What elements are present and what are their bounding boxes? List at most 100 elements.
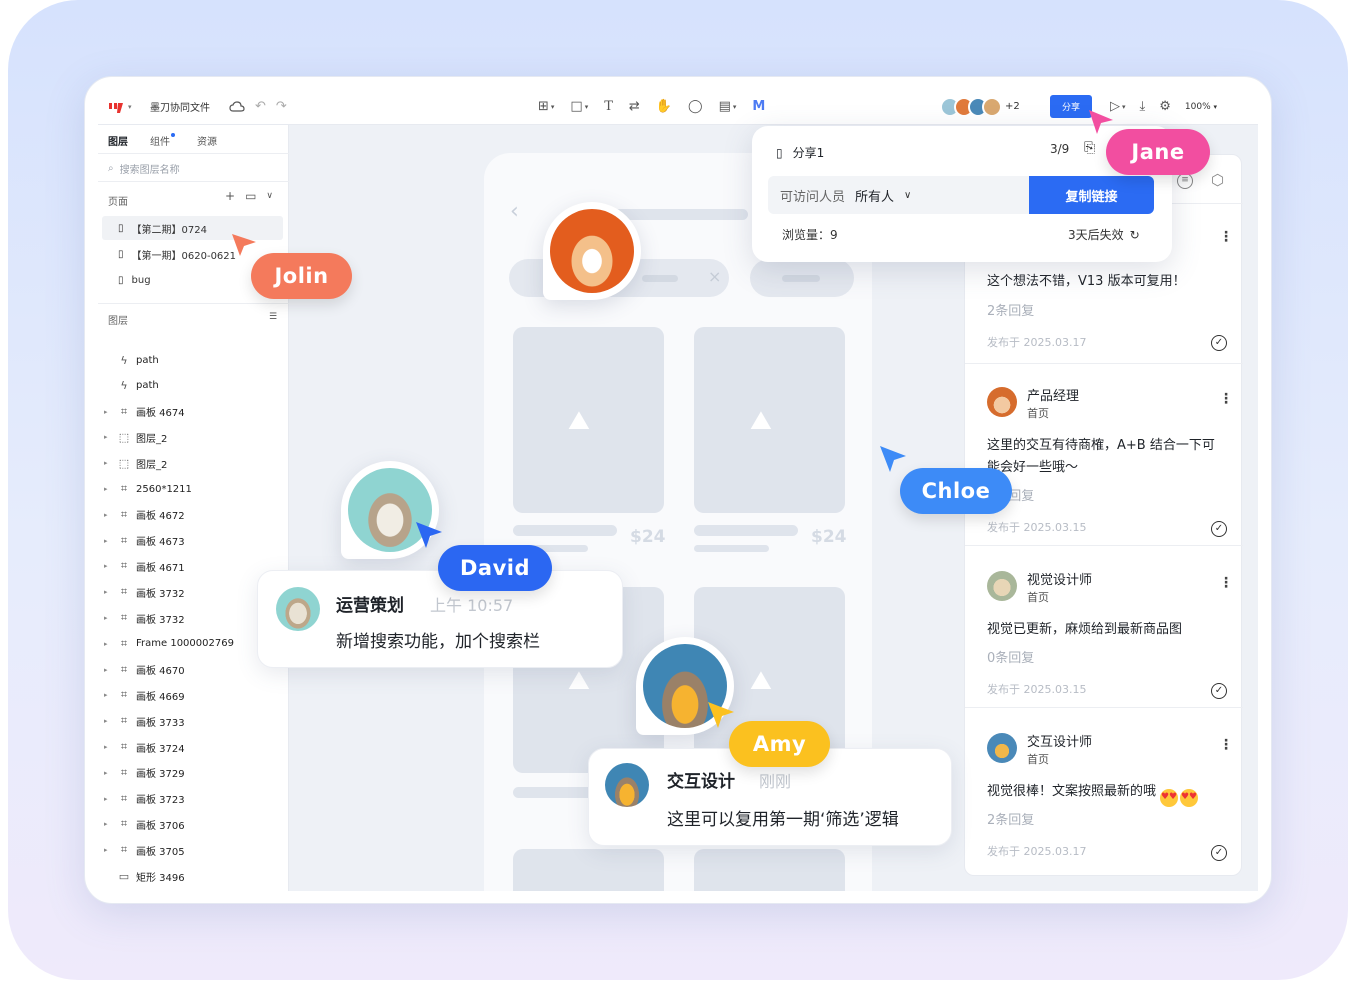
zoom-level[interactable]: 100% ▾ (1185, 102, 1217, 112)
refresh-icon[interactable]: ↻ (1130, 228, 1140, 242)
layer-item[interactable]: ▸ ⌗ 画板 3732 (104, 579, 185, 605)
shape-tool-icon[interactable]: □ ▾ (570, 99, 588, 114)
board-layer-icon: ⌗ (120, 662, 128, 676)
layer-item[interactable]: ▭ 矩形 3496 (104, 863, 185, 889)
layer-expand-icon[interactable]: ▸ (104, 562, 112, 570)
layer-expand-icon[interactable]: ▸ (104, 717, 112, 725)
layer-expand-icon[interactable]: ▸ (104, 820, 112, 828)
layer-item[interactable]: ϟ矢量 941 (104, 889, 178, 891)
product-price: $24 (811, 527, 847, 547)
layer-expand-icon[interactable]: ▸ (104, 408, 112, 416)
add-icon[interactable]: + (225, 189, 235, 203)
layer-expand-icon[interactable]: ▸ (104, 433, 112, 441)
logo[interactable]: ▾ (108, 88, 132, 125)
layer-expand-icon[interactable]: ▸ (104, 795, 112, 803)
layer-expand-icon[interactable]: ▸ (104, 846, 112, 854)
group-layer-icon: ⬚ (118, 456, 130, 470)
copy-link-button[interactable]: 复制链接 (1029, 176, 1154, 214)
filter-icon[interactable]: ≡ (1177, 173, 1193, 189)
layer-expand-icon[interactable]: ▸ (104, 511, 112, 519)
ai-icon[interactable]: M (752, 99, 765, 114)
settings-icon[interactable]: ⬡ (1211, 171, 1224, 189)
layer-item[interactable]: ▸ ⌗ 画板 4671 (104, 553, 185, 579)
image-placeholder-icon: ⛰ (568, 406, 590, 436)
download-icon[interactable]: ⤓ (1140, 99, 1146, 114)
layer-item[interactable]: ▸ ⌗ 画板 4670 (104, 657, 185, 683)
more-icon[interactable]: ⋮ (1219, 391, 1233, 407)
layer-sort-icon[interactable]: ☰ (269, 312, 277, 322)
product-price: $24 (630, 527, 666, 547)
hand-tool-icon[interactable]: ✋ (656, 99, 672, 114)
layer-item[interactable]: ▸ ⌗ 画板 3729 (104, 760, 185, 786)
settings-icon[interactable]: ⚙ (1159, 99, 1171, 114)
comment-tool-icon[interactable]: ◯ (688, 99, 703, 114)
layer-item[interactable]: ▸ ⌗ 画板 4669 (104, 682, 185, 708)
layer-item[interactable]: ϟ path (104, 373, 158, 399)
tab-components[interactable]: 组件 (150, 133, 175, 148)
tab-layers[interactable]: 图层 (108, 133, 128, 148)
layer-expand-icon[interactable]: ▸ (104, 614, 112, 622)
layer-expand-icon[interactable]: ▸ (104, 743, 112, 751)
share-settings-icon[interactable]: ⎘ (1084, 140, 1095, 156)
access-select[interactable]: 可访问人员 所有人 ∨ (768, 176, 1030, 214)
more-icon[interactable]: ⋮ (1219, 737, 1233, 753)
note-tool-icon[interactable]: ▤ ▾ (719, 99, 737, 114)
layer-expand-icon[interactable]: ▸ (104, 691, 112, 699)
board-layer-icon: ⌗ (120, 611, 128, 624)
comment-replies[interactable]: 2条回复 (987, 809, 1034, 828)
undo-icon[interactable]: ↶ (255, 99, 266, 114)
chevron-down-icon[interactable]: ∨ (266, 191, 273, 203)
chat-author: 运营策划 (336, 596, 404, 616)
layers-section-title: 图层 (108, 316, 128, 327)
layer-item[interactable]: ▸ ⌗ 画板 3705 (104, 837, 185, 863)
text-tool-icon[interactable]: T (604, 99, 613, 114)
layer-item[interactable]: ▸ ⌗ 画板 4673 (104, 528, 185, 554)
layer-expand-icon[interactable]: ▸ (104, 537, 112, 545)
layer-expand-icon[interactable]: ▸ (104, 485, 112, 493)
layer-expand-icon[interactable]: ▸ (104, 459, 112, 467)
layer-item[interactable]: ▸ ⌗ Frame 1000002769 (104, 631, 234, 657)
layer-item[interactable]: ▸ ⌗ 画板 3733 (104, 708, 185, 734)
layer-item[interactable]: ▸ ⌗ 2560*1211 (104, 476, 192, 502)
layer-item[interactable]: ▸ ⬚ 图层_2 (104, 450, 167, 476)
layer-item[interactable]: ϟ path (104, 347, 158, 373)
layer-expand-icon[interactable]: ▸ (104, 769, 112, 777)
avatar (987, 387, 1017, 417)
image-placeholder-icon: ⛰ (750, 406, 772, 436)
more-icon[interactable]: ⋮ (1219, 575, 1233, 591)
comment-replies[interactable]: 2条回复 (987, 300, 1034, 319)
share-button[interactable]: 分享 (1050, 95, 1093, 118)
layer-item[interactable]: ▸ ⌗ 画板 3706 (104, 811, 185, 837)
folder-icon[interactable]: ▭ (245, 189, 256, 203)
layer-item[interactable]: ▸ ⌗ 画板 3723 (104, 786, 185, 812)
layer-item[interactable]: ▸ ⬚ 图层_2 (104, 424, 167, 450)
collaborator-avatars[interactable]: +2 (940, 88, 1020, 125)
redo-icon[interactable]: ↷ (276, 99, 287, 114)
heart-eyes-emoji-icon: ♥♥ (1160, 789, 1179, 807)
check-circle-icon[interactable]: ✓ (1211, 521, 1227, 537)
layer-expand-icon[interactable]: ▸ (104, 640, 112, 648)
layer-search[interactable]: ⌕ 搜索图层名称 (108, 161, 180, 176)
layer-item[interactable]: ▸ ⌗ 画板 3724 (104, 734, 185, 760)
link-tool-icon[interactable]: ⇄ (629, 99, 640, 114)
tab-assets[interactable]: 资源 (197, 133, 217, 148)
check-circle-icon[interactable]: ✓ (1211, 845, 1227, 861)
comment-replies[interactable]: 0条回复 (987, 647, 1034, 666)
frame-tool-icon[interactable]: ⊞ ▾ (538, 99, 554, 114)
layer-name: 画板 3732 (136, 614, 185, 626)
layer-item[interactable]: ▸ ⌗ 画板 4674 (104, 399, 185, 425)
check-circle-icon[interactable]: ✓ (1211, 683, 1227, 699)
layer-item[interactable]: ▸ ⌗ 画板 3732 (104, 605, 185, 631)
cloud-icon[interactable] (229, 100, 245, 113)
avatar (605, 763, 649, 807)
layer-expand-icon[interactable]: ▸ (104, 666, 112, 674)
file-title[interactable]: 墨刀协同文件 (150, 88, 210, 125)
layer-name: 矩形 3496 (136, 872, 185, 884)
layer-expand-icon[interactable]: ▸ (104, 588, 112, 596)
more-icon[interactable]: ⋮ (1219, 229, 1233, 245)
search-input[interactable]: 搜索图层名称 (120, 161, 180, 176)
chat-bubble[interactable]: 运营策划 上午 10:57 新增搜索功能，加个搜索栏 (257, 570, 623, 668)
layer-item[interactable]: ▸ ⌗ 画板 4672 (104, 502, 185, 528)
check-circle-icon[interactable]: ✓ (1211, 335, 1227, 351)
comments-panel: ≡ ⬡ ⋮ 这个想法不错，V13 版本可复用！ 2条回复 发布于 2025.03… (964, 154, 1243, 876)
